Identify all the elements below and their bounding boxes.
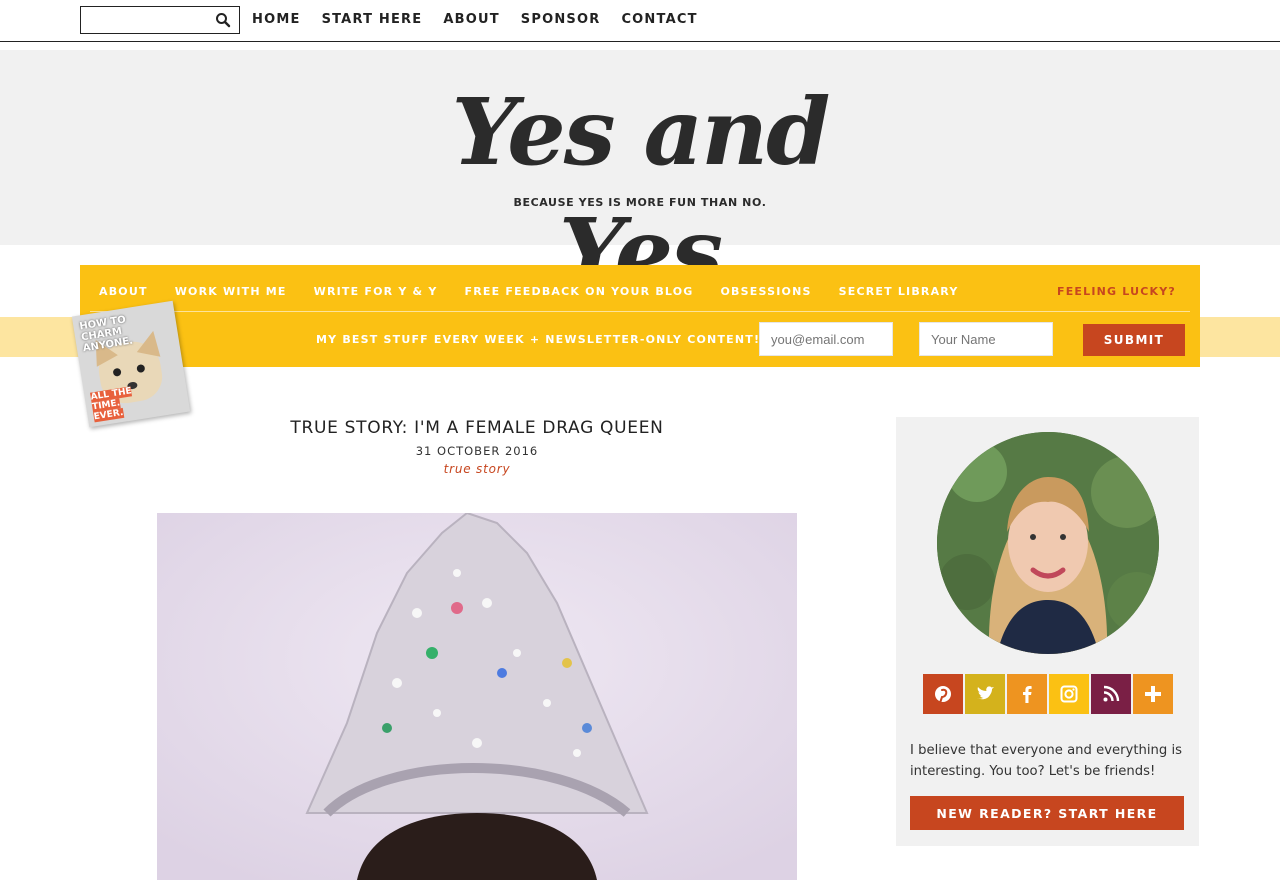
rss-button[interactable] [1091, 674, 1131, 714]
top-nav-about[interactable]: ABOUT [443, 12, 499, 27]
main-nav: ABOUT WORK WITH ME WRITE FOR Y & Y FREE … [80, 265, 1200, 312]
newsletter-name-field[interactable] [919, 322, 1053, 356]
sidebar: I believe that everyone and everything i… [896, 417, 1199, 846]
newsletter-email-field[interactable] [759, 322, 893, 356]
main-nav-obsessions[interactable]: OBSESSIONS [721, 285, 812, 298]
logo-tagline: BECAUSE YES IS MORE FUN THAN NO. [513, 196, 767, 209]
instagram-button[interactable] [1049, 674, 1089, 714]
book-promo[interactable]: HOW TO CHARM ANYONE. ALL THE TIME. EVER. [71, 300, 191, 428]
post-title[interactable]: TRUE STORY: I'M A FEMALE DRAG QUEEN [157, 418, 797, 438]
pinterest-button[interactable] [923, 674, 963, 714]
top-bar: HOME START HERE ABOUT SPONSOR CONTACT [0, 0, 1280, 42]
top-nav-sponsor[interactable]: SPONSOR [521, 12, 601, 27]
book-subtitle: ALL THE TIME. EVER. [89, 383, 154, 423]
main-nav-write-for[interactable]: WRITE FOR Y & Y [314, 285, 438, 298]
top-nav-contact[interactable]: CONTACT [621, 12, 697, 27]
rss-icon [1103, 685, 1120, 702]
post-date: 31 OCTOBER 2016 [415, 444, 539, 458]
author-bio: I believe that everyone and everything i… [910, 743, 1182, 779]
more-button[interactable] [1133, 674, 1173, 714]
social-links [923, 674, 1173, 714]
pinterest-icon [935, 686, 951, 704]
search-box [80, 6, 240, 34]
newsletter-bar: MY BEST STUFF EVERY WEEK + NEWSLETTER-ON… [80, 312, 1200, 367]
site-header: Yes and Yes BECAUSE YES IS MORE FUN THAN… [0, 50, 1280, 306]
top-nav: HOME START HERE ABOUT SPONSOR CONTACT [252, 12, 698, 27]
feeling-lucky-link[interactable]: FEELING LUCKY? [1057, 285, 1176, 298]
main-nav-free-feedback[interactable]: FREE FEEDBACK ON YOUR BLOG [465, 285, 694, 298]
instagram-icon [1060, 685, 1078, 703]
main-nav-work-with-me[interactable]: WORK WITH ME [175, 285, 287, 298]
post-image [157, 513, 797, 880]
newsletter-submit-button[interactable]: SUBMIT [1083, 324, 1185, 356]
crown-photo [157, 513, 797, 880]
author-avatar [937, 432, 1159, 654]
top-nav-home[interactable]: HOME [252, 12, 301, 27]
facebook-icon [1023, 686, 1032, 703]
facebook-button[interactable] [1007, 674, 1047, 714]
search-input[interactable] [85, 10, 205, 30]
top-nav-start-here[interactable]: START HERE [322, 12, 423, 27]
twitter-button[interactable] [965, 674, 1005, 714]
main-nav-about[interactable]: ABOUT [99, 285, 148, 298]
newsletter-label: MY BEST STUFF EVERY WEEK + NEWSLETTER-ON… [316, 333, 761, 346]
site-logo[interactable]: Yes and Yes BECAUSE YES IS MORE FUN THAN… [410, 72, 870, 306]
twitter-icon [977, 686, 994, 700]
plus-icon [1145, 686, 1161, 702]
new-reader-button[interactable]: NEW READER? START HERE [910, 796, 1184, 830]
search-icon[interactable] [215, 12, 231, 28]
post-category[interactable]: true story [157, 462, 797, 476]
main-nav-secret-library[interactable]: SECRET LIBRARY [839, 285, 959, 298]
